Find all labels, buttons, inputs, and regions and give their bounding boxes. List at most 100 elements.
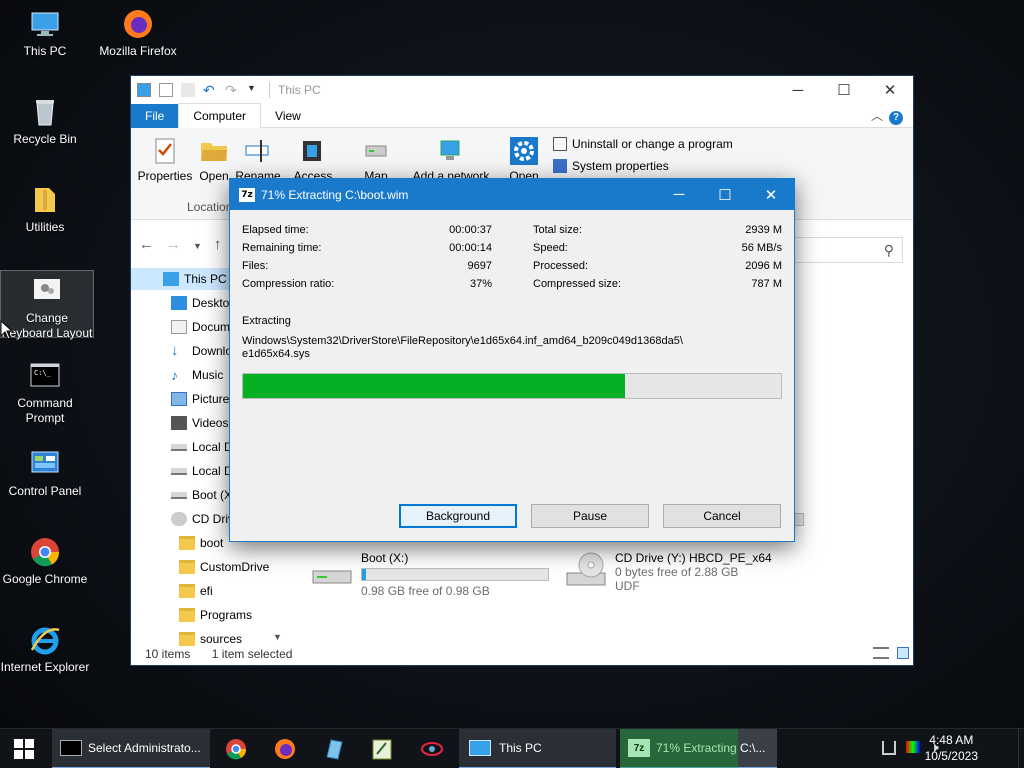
network-drive-icon <box>365 145 387 157</box>
tree-scroll-down-icon[interactable]: ▼ <box>273 632 282 642</box>
progress-fill <box>243 374 625 398</box>
large-icons-view-icon[interactable] <box>897 647 909 659</box>
drive-cd-y[interactable]: CD Drive (Y:) HBCD_PE_x64 0 bytes free o… <box>563 551 772 593</box>
start-button[interactable] <box>0 729 48 768</box>
details-view-icon[interactable] <box>873 647 889 659</box>
desktop-icon-utilities[interactable]: Utilities <box>0 184 92 235</box>
desktop-icon-control-panel[interactable]: Control Panel <box>0 448 92 499</box>
forward-icon[interactable]: → <box>166 236 181 256</box>
new-folder-quick-icon[interactable] <box>181 83 195 97</box>
up-icon[interactable]: ↑ <box>214 236 222 256</box>
add-network-location-button[interactable]: Add a network <box>411 136 491 183</box>
desktop-icon-internet-explorer[interactable]: Internet Explorer <box>0 624 92 675</box>
close-button[interactable]: ✕ <box>867 76 913 104</box>
tab-view[interactable]: View <box>261 104 315 128</box>
clock-date: 10/5/2023 <box>924 749 978 763</box>
taskbar-item-this-pc[interactable]: This PC <box>459 729 616 768</box>
drive-filesystem: UDF <box>615 579 640 593</box>
desktop-icon-label-line2: Keyboard Layout <box>1 326 93 340</box>
folder-icon <box>35 188 55 212</box>
computer-icon <box>137 83 151 97</box>
drive-boot-x[interactable]: Boot (X:) 0.98 GB free of 0.98 GB <box>309 551 549 598</box>
taskbar-editor-icon[interactable] <box>370 737 394 761</box>
tree-item-efi-folder[interactable]: efi <box>179 580 287 602</box>
download-icon: ↓ <box>171 342 179 359</box>
drive-name: CD Drive (Y:) HBCD_PE_x64 <box>615 551 772 565</box>
7zip-logo-icon: 7z <box>628 739 650 757</box>
taskbar: Select Administrato... This PC 7z 71% Ex… <box>0 728 1024 768</box>
status-selected-count: 1 item selected <box>211 647 293 661</box>
tree-item-programs-folder[interactable]: Programs <box>179 604 287 626</box>
extraction-progress-dialog[interactable]: 7z 71% Extracting C:\boot.wim ─ ☐ ✕ Elap… <box>229 178 795 542</box>
computer-icon <box>163 272 179 286</box>
uninstall-program-button[interactable]: Uninstall or change a program <box>553 137 733 151</box>
desktop-icon-this-pc[interactable]: This PC <box>0 8 92 59</box>
elapsed-time-label: Elapsed time: <box>242 224 309 236</box>
recent-locations-icon[interactable]: ▼ <box>193 236 202 256</box>
minimize-button[interactable]: ─ <box>775 76 821 104</box>
desktop-icon-label: Command <box>17 396 73 410</box>
properties-button[interactable]: Properties <box>137 136 193 183</box>
dialog-maximize-button[interactable]: ☐ <box>702 179 748 210</box>
quick-access-dropdown-icon[interactable]: ▼ <box>247 83 261 97</box>
desktop-icon-label: Change <box>25 311 69 325</box>
taskbar-chrome-icon[interactable] <box>224 737 248 761</box>
folder-icon <box>179 584 195 598</box>
processed-value: 2096 M <box>745 260 782 272</box>
open-settings-button[interactable]: Open <box>507 136 541 183</box>
files-label: Files: <box>242 260 269 272</box>
desktop-icon-google-chrome[interactable]: Google Chrome <box>0 536 92 587</box>
remaining-time-label: Remaining time: <box>242 242 322 254</box>
cancel-button[interactable]: Cancel <box>663 504 781 528</box>
system-properties-icon <box>553 159 567 173</box>
taskbar-firefox-icon[interactable] <box>273 737 297 761</box>
maximize-button[interactable]: ☐ <box>821 76 867 104</box>
desktop-icon-label-line2: Prompt <box>25 411 65 425</box>
pause-button[interactable]: Pause <box>531 504 649 528</box>
compression-ratio-value: 37% <box>469 278 492 290</box>
dialog-close-button[interactable]: ✕ <box>748 179 794 210</box>
desktop-icon-change-keyboard-layout[interactable]: Change Keyboard Layout <box>0 270 94 340</box>
drive-icon <box>171 467 187 475</box>
system-properties-button[interactable]: System properties <box>553 159 669 173</box>
elapsed-time-value: 00:00:37 <box>449 224 492 236</box>
dialog-title-bar[interactable]: 7z 71% Extracting C:\boot.wim ─ ☐ ✕ <box>230 179 794 210</box>
tree-item-customdrive-folder[interactable]: CustomDrive <box>179 556 287 578</box>
desktop-icon-firefox[interactable]: Mozilla Firefox <box>91 8 185 59</box>
tab-file[interactable]: File <box>131 103 179 128</box>
clock-time: 4:48 AM <box>929 733 974 747</box>
taskbar-tool-icon[interactable] <box>420 737 444 761</box>
folder-open-icon <box>201 143 227 161</box>
desktop-icon-command-prompt[interactable]: C:\_ Command Prompt <box>0 360 92 426</box>
desktop-icon-label: This PC <box>23 44 67 58</box>
desktop-icon <box>171 296 187 310</box>
drive-icon <box>312 570 352 584</box>
system-clock[interactable]: 4:48 AM 10/5/2023 <box>925 732 978 764</box>
tab-computer[interactable]: Computer <box>178 103 262 128</box>
chrome-icon <box>31 538 60 567</box>
desktop-icon-recycle-bin[interactable]: Recycle Bin <box>0 96 92 147</box>
undo-icon[interactable]: ↶ <box>203 83 217 97</box>
folder-icon <box>179 536 195 550</box>
open-button[interactable]: Open <box>197 136 231 183</box>
status-bar: 10 items 1 item selected <box>131 643 913 665</box>
collapse-ribbon-icon[interactable]: ︿ <box>865 104 889 128</box>
desktop-icon-label: Utilities <box>25 220 65 234</box>
drive-name: Boot (X:) <box>361 551 409 565</box>
help-icon[interactable]: ? <box>889 104 913 128</box>
taskbar-item-7zip-extracting[interactable]: 7z 71% Extracting C:\... <box>620 729 777 768</box>
redo-icon[interactable]: ↷ <box>225 83 239 97</box>
rename-button[interactable]: Rename <box>235 136 281 183</box>
show-desktop-button[interactable] <box>1018 729 1024 768</box>
background-button[interactable]: Background <box>399 504 517 528</box>
taskbar-notepad-icon[interactable] <box>322 737 346 761</box>
color-icon[interactable] <box>906 741 920 753</box>
dialog-minimize-button[interactable]: ─ <box>656 179 702 210</box>
properties-quick-icon[interactable] <box>159 83 173 97</box>
taskbar-item-command-prompt[interactable]: Select Administrato... <box>52 729 210 768</box>
drive-usage-bar <box>361 568 549 581</box>
network-icon[interactable] <box>882 741 896 755</box>
explorer-title-bar[interactable]: ↶ ↷ ▼ This PC ─ ☐ ✕ <box>131 76 913 104</box>
back-icon[interactable]: ← <box>139 236 154 256</box>
access-media-button[interactable]: Access <box>291 136 335 183</box>
